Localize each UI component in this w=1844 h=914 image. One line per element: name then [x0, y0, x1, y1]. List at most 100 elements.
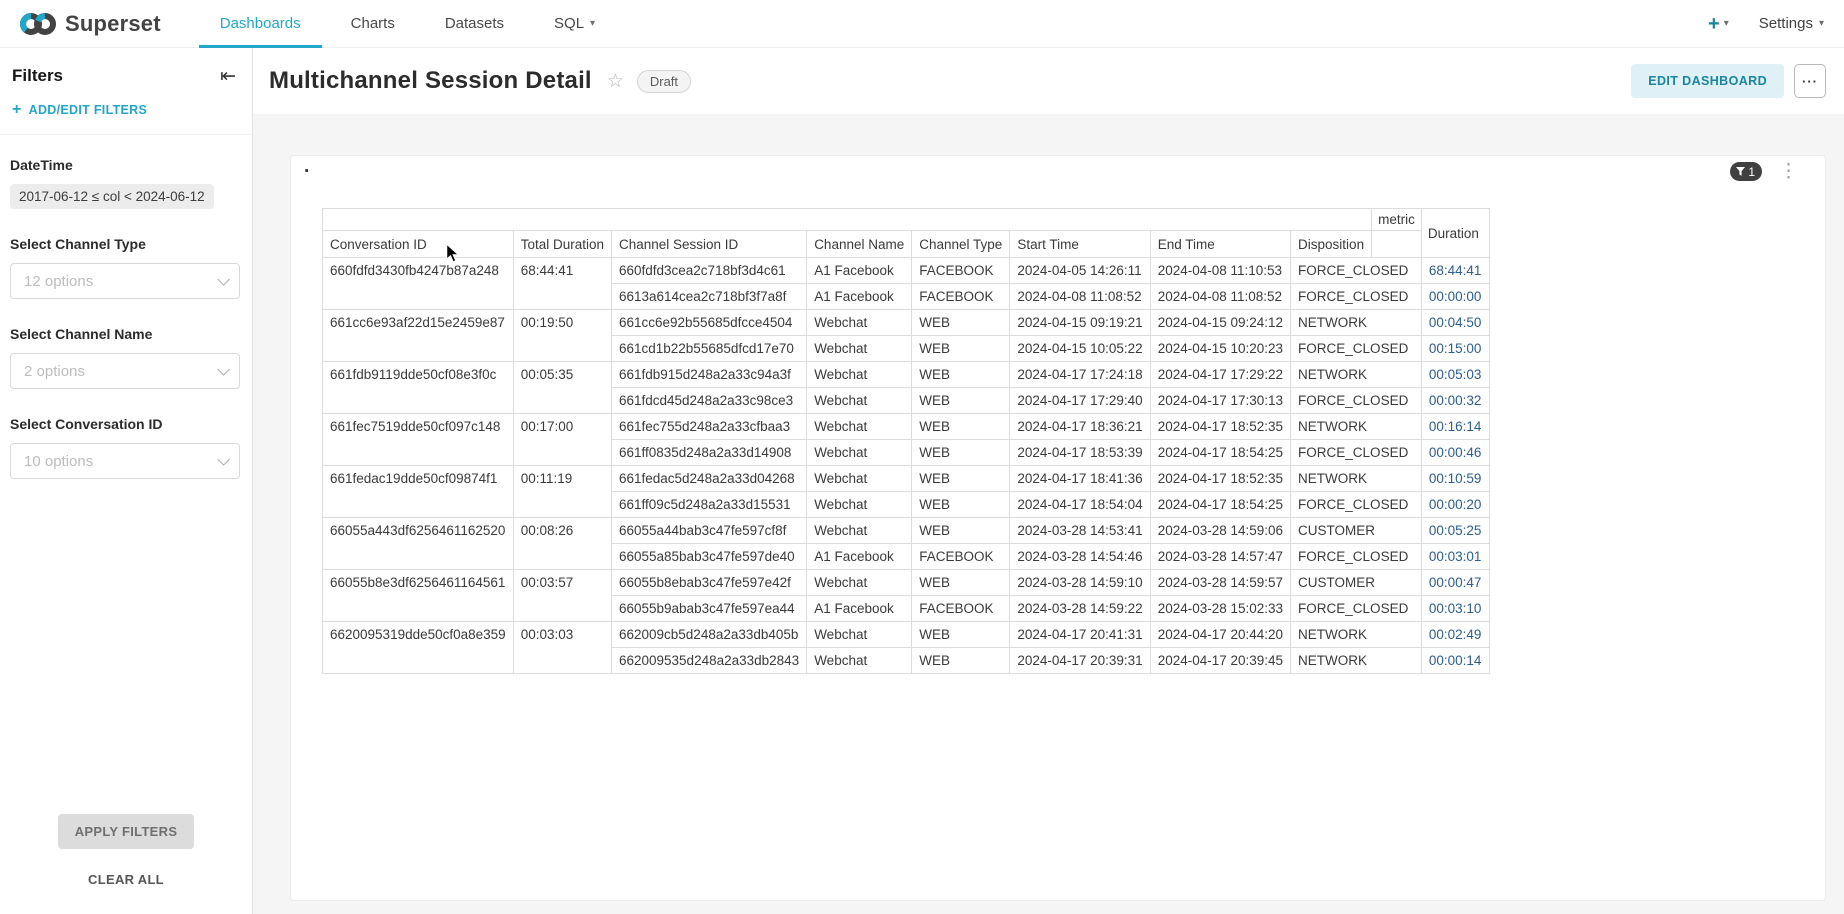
- cell-total-duration: 00:17:00: [513, 414, 611, 466]
- cell-duration: 00:04:50: [1421, 310, 1490, 336]
- tab-charts[interactable]: Charts: [326, 0, 420, 47]
- new-item-button[interactable]: + ▾: [1708, 14, 1729, 34]
- channel-name-select[interactable]: 2 options: [10, 353, 240, 389]
- cell-channel-session-id: 661ff0835d248a2a33d14908: [611, 440, 806, 466]
- cell-start-time: 2024-04-17 20:39:31: [1010, 648, 1150, 674]
- cell-channel-session-id: 661fec755d248a2a33cfbaa3: [611, 414, 806, 440]
- cell-disposition: NETWORK: [1291, 362, 1422, 388]
- filter-label-datetime: DateTime: [10, 157, 240, 173]
- cell-start-time: 2024-04-17 17:29:40: [1010, 388, 1150, 414]
- cell-duration: 00:00:14: [1421, 648, 1490, 674]
- cell-channel-name: Webchat: [807, 622, 912, 648]
- channel-type-select[interactable]: 12 options: [10, 263, 240, 299]
- cell-total-duration: 00:03:57: [513, 570, 611, 622]
- col-header-channel-session-id: Channel Session ID: [611, 231, 806, 258]
- cell-channel-type: WEB: [912, 440, 1010, 466]
- top-nav: Superset Dashboards Charts Datasets SQL▾…: [0, 0, 1844, 48]
- table-row: 660fdfd3430fb4247b87a24868:44:41660fdfd3…: [323, 258, 1490, 284]
- metric-header-row: metric Duration: [323, 209, 1490, 231]
- cell-conversation-id: 660fdfd3430fb4247b87a248: [323, 258, 514, 310]
- cell-duration: 00:16:14: [1421, 414, 1490, 440]
- funnel-icon: [1736, 167, 1745, 176]
- cell-channel-type: FACEBOOK: [912, 596, 1010, 622]
- cell-duration: 00:03:10: [1421, 596, 1490, 622]
- tab-dashboards[interactable]: Dashboards: [195, 0, 326, 47]
- cell-duration: 00:02:49: [1421, 622, 1490, 648]
- cell-start-time: 2024-03-28 14:53:41: [1010, 518, 1150, 544]
- cell-start-time: 2024-04-15 09:19:21: [1010, 310, 1150, 336]
- cell-end-time: 2024-03-28 14:59:57: [1150, 570, 1290, 596]
- cell-total-duration: 00:03:03: [513, 622, 611, 674]
- caret-down-icon: ▾: [1819, 18, 1824, 29]
- cell-conversation-id: 661cc6e93af22d15e2459e87: [323, 310, 514, 362]
- metric-group-label: metric: [1372, 209, 1422, 231]
- clear-all-button[interactable]: CLEAR ALL: [88, 872, 164, 887]
- column-header-row: Conversation ID Total Duration Channel S…: [323, 231, 1490, 258]
- cell-disposition: NETWORK: [1291, 622, 1422, 648]
- cell-total-duration: 00:08:26: [513, 518, 611, 570]
- cell-channel-type: FACEBOOK: [912, 284, 1010, 310]
- add-edit-filters-button[interactable]: + ADD/EDIT FILTERS: [0, 98, 252, 135]
- col-header-conversation-id: Conversation ID: [323, 231, 514, 258]
- settings-menu[interactable]: Settings ▾: [1759, 15, 1824, 32]
- plus-icon: +: [1708, 14, 1720, 34]
- pivot-table: metric Duration Conversation ID Total Du…: [322, 208, 1490, 674]
- table-row: 66055b8e3df625646116456100:03:5766055b8e…: [323, 570, 1490, 596]
- edit-dashboard-button[interactable]: EDIT DASHBOARD: [1631, 64, 1784, 98]
- col-header-channel-name: Channel Name: [807, 231, 912, 258]
- cell-channel-session-id: 661fdcd45d248a2a33c98ce3: [611, 388, 806, 414]
- tab-sql[interactable]: SQL▾: [529, 0, 620, 47]
- conversation-id-select[interactable]: 10 options: [10, 443, 240, 479]
- cell-channel-type: FACEBOOK: [912, 258, 1010, 284]
- applied-filter-count-badge[interactable]: 1: [1730, 162, 1762, 181]
- favorite-star-icon[interactable]: ☆: [607, 70, 624, 93]
- dashboard-header: Multichannel Session Detail ☆ Draft EDIT…: [253, 48, 1844, 114]
- cell-channel-session-id: 661fdb915d248a2a33c94a3f: [611, 362, 806, 388]
- cell-channel-name: Webchat: [807, 518, 912, 544]
- cell-disposition: FORCE_CLOSED: [1291, 596, 1422, 622]
- cell-start-time: 2024-04-17 18:36:21: [1010, 414, 1150, 440]
- chevron-down-icon: [217, 273, 230, 286]
- cell-channel-session-id: 661cc6e92b55685dfcce4504: [611, 310, 806, 336]
- cell-channel-session-id: 661fedac5d248a2a33d04268: [611, 466, 806, 492]
- table-row: 661fedac19dde50cf09874f100:11:19661fedac…: [323, 466, 1490, 492]
- col-header-end-time: End Time: [1150, 231, 1290, 258]
- tab-datasets[interactable]: Datasets: [420, 0, 529, 47]
- superset-infinity-icon: [18, 11, 58, 37]
- col-header-disposition: Disposition: [1291, 231, 1372, 258]
- page-title: Multichannel Session Detail: [269, 67, 592, 95]
- cell-channel-name: Webchat: [807, 388, 912, 414]
- cell-channel-type: FACEBOOK: [912, 544, 1010, 570]
- cell-disposition: FORCE_CLOSED: [1291, 336, 1422, 362]
- datetime-range-chip[interactable]: 2017-06-12 ≤ col < 2024-06-12: [10, 184, 214, 209]
- table-row: 661fec7519dde50cf097c14800:17:00661fec75…: [323, 414, 1490, 440]
- cell-channel-name: Webchat: [807, 492, 912, 518]
- cell-conversation-id: 661fec7519dde50cf097c148: [323, 414, 514, 466]
- collapse-sidebar-icon[interactable]: ⇤: [220, 67, 236, 86]
- cell-start-time: 2024-04-17 17:24:18: [1010, 362, 1150, 388]
- cell-channel-session-id: 66055b9abab3c47fe597ea44: [611, 596, 806, 622]
- cell-channel-session-id: 661cd1b22b55685dfcd17e70: [611, 336, 806, 362]
- cell-channel-type: WEB: [912, 648, 1010, 674]
- cell-disposition: FORCE_CLOSED: [1291, 492, 1422, 518]
- apply-filters-button[interactable]: APPLY FILTERS: [58, 814, 195, 849]
- cell-conversation-id: 66055b8e3df6256461164561: [323, 570, 514, 622]
- chevron-down-icon: [217, 363, 230, 376]
- chart-title: .: [304, 156, 309, 178]
- cell-duration: 00:00:47: [1421, 570, 1490, 596]
- cell-channel-type: WEB: [912, 388, 1010, 414]
- kebab-menu-icon[interactable]: ⋮: [1779, 162, 1798, 181]
- more-options-button[interactable]: ···: [1794, 64, 1826, 98]
- superset-logo[interactable]: Superset: [18, 0, 161, 47]
- cell-start-time: 2024-04-17 18:53:39: [1010, 440, 1150, 466]
- cell-conversation-id: 6620095319dde50cf0a8e359: [323, 622, 514, 674]
- cell-channel-name: Webchat: [807, 570, 912, 596]
- cell-total-duration: 00:19:50: [513, 310, 611, 362]
- cell-channel-name: A1 Facebook: [807, 258, 912, 284]
- filter-label-channel-name: Select Channel Name: [10, 326, 240, 342]
- cell-disposition: NETWORK: [1291, 648, 1422, 674]
- cell-duration: 00:00:20: [1421, 492, 1490, 518]
- cell-disposition: NETWORK: [1291, 414, 1422, 440]
- cell-duration: 00:05:25: [1421, 518, 1490, 544]
- cell-duration: 00:10:59: [1421, 466, 1490, 492]
